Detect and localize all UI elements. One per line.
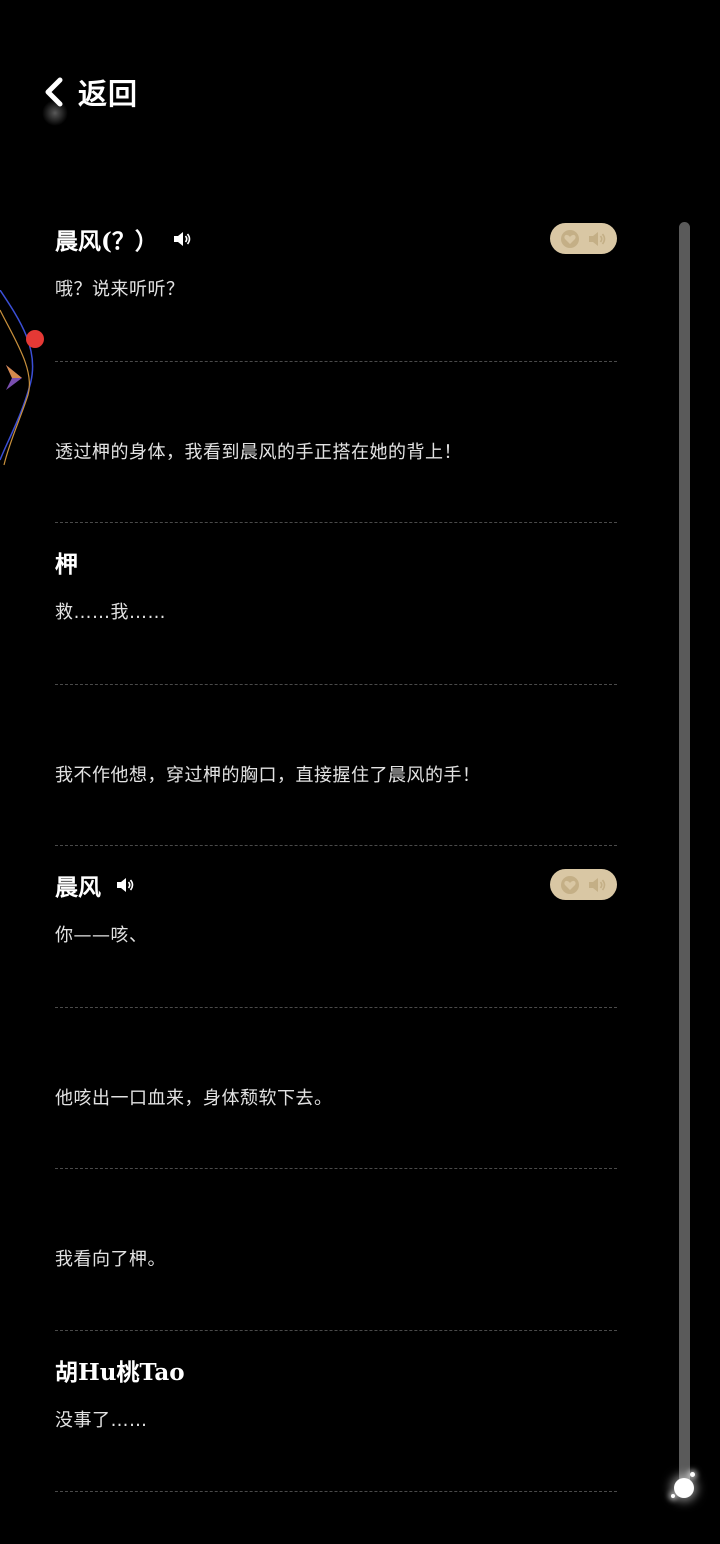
speaker-icon[interactable]	[172, 229, 192, 249]
speaker-icon[interactable]	[115, 875, 135, 895]
speaker-name: 晨风(？）	[55, 228, 158, 255]
voice-play-icon[interactable]	[587, 875, 607, 895]
heart-icon[interactable]	[560, 229, 580, 249]
log-entry: 他咳出一口血来，身体颓软下去。	[55, 1008, 617, 1169]
log-entry: 我看向了柙。	[55, 1169, 617, 1331]
red-dot	[26, 330, 44, 348]
dialogue-log[interactable]: 晨风(？） 哦？说来听听？ 透过柙的身体，我看到晨风的手正搭在她的背上！ 柙 救…	[55, 200, 617, 1492]
speaker-name: 胡Hu桃Tao	[55, 1358, 185, 1386]
speaker-name: 柙	[55, 551, 78, 578]
speaker-name: 晨风	[55, 874, 101, 901]
scrollbar-track[interactable]	[679, 222, 690, 1484]
narration-text: 我看向了柙。	[55, 1249, 166, 1270]
back-button[interactable]: 返回	[40, 70, 139, 126]
voice-play-icon[interactable]	[587, 229, 607, 249]
heart-icon[interactable]	[560, 875, 580, 895]
favorite-voice-toggle[interactable]	[550, 869, 617, 900]
log-entry: 透过柙的身体，我看到晨风的手正搭在她的背上！	[55, 362, 617, 523]
glow-decoration	[42, 100, 68, 126]
log-entry: 晨风(？） 哦？说来听听？	[55, 200, 617, 362]
log-entry: 我不作他想，穿过柙的胸口，直接握住了晨风的手！	[55, 685, 617, 846]
log-entry: 柙 救……我……	[55, 523, 617, 685]
sparkle-decoration	[690, 1472, 695, 1477]
log-entry: 胡Hu桃Tao 没事了……	[55, 1331, 617, 1492]
log-entry: 晨风 你——咳、	[55, 846, 617, 1008]
narration-text: 我不作他想，穿过柙的胸口，直接握住了晨风的手！	[55, 764, 481, 786]
dialogue-text: 没事了……	[55, 1409, 148, 1431]
dialogue-text: 你——咳、	[55, 925, 148, 946]
narration-text: 他咳出一口血来，身体颓软下去。	[55, 1087, 333, 1109]
side-decoration	[0, 290, 44, 466]
favorite-voice-toggle[interactable]	[550, 223, 617, 254]
scrollbar-thumb[interactable]	[674, 1478, 694, 1498]
sparkle-decoration	[671, 1494, 675, 1498]
narration-text: 透过柙的身体，我看到晨风的手正搭在她的背上！	[55, 441, 462, 463]
dialogue-text: 哦？说来听听？	[55, 279, 185, 300]
dialogue-text: 救……我……	[55, 602, 166, 623]
back-label: 返回	[78, 77, 139, 111]
